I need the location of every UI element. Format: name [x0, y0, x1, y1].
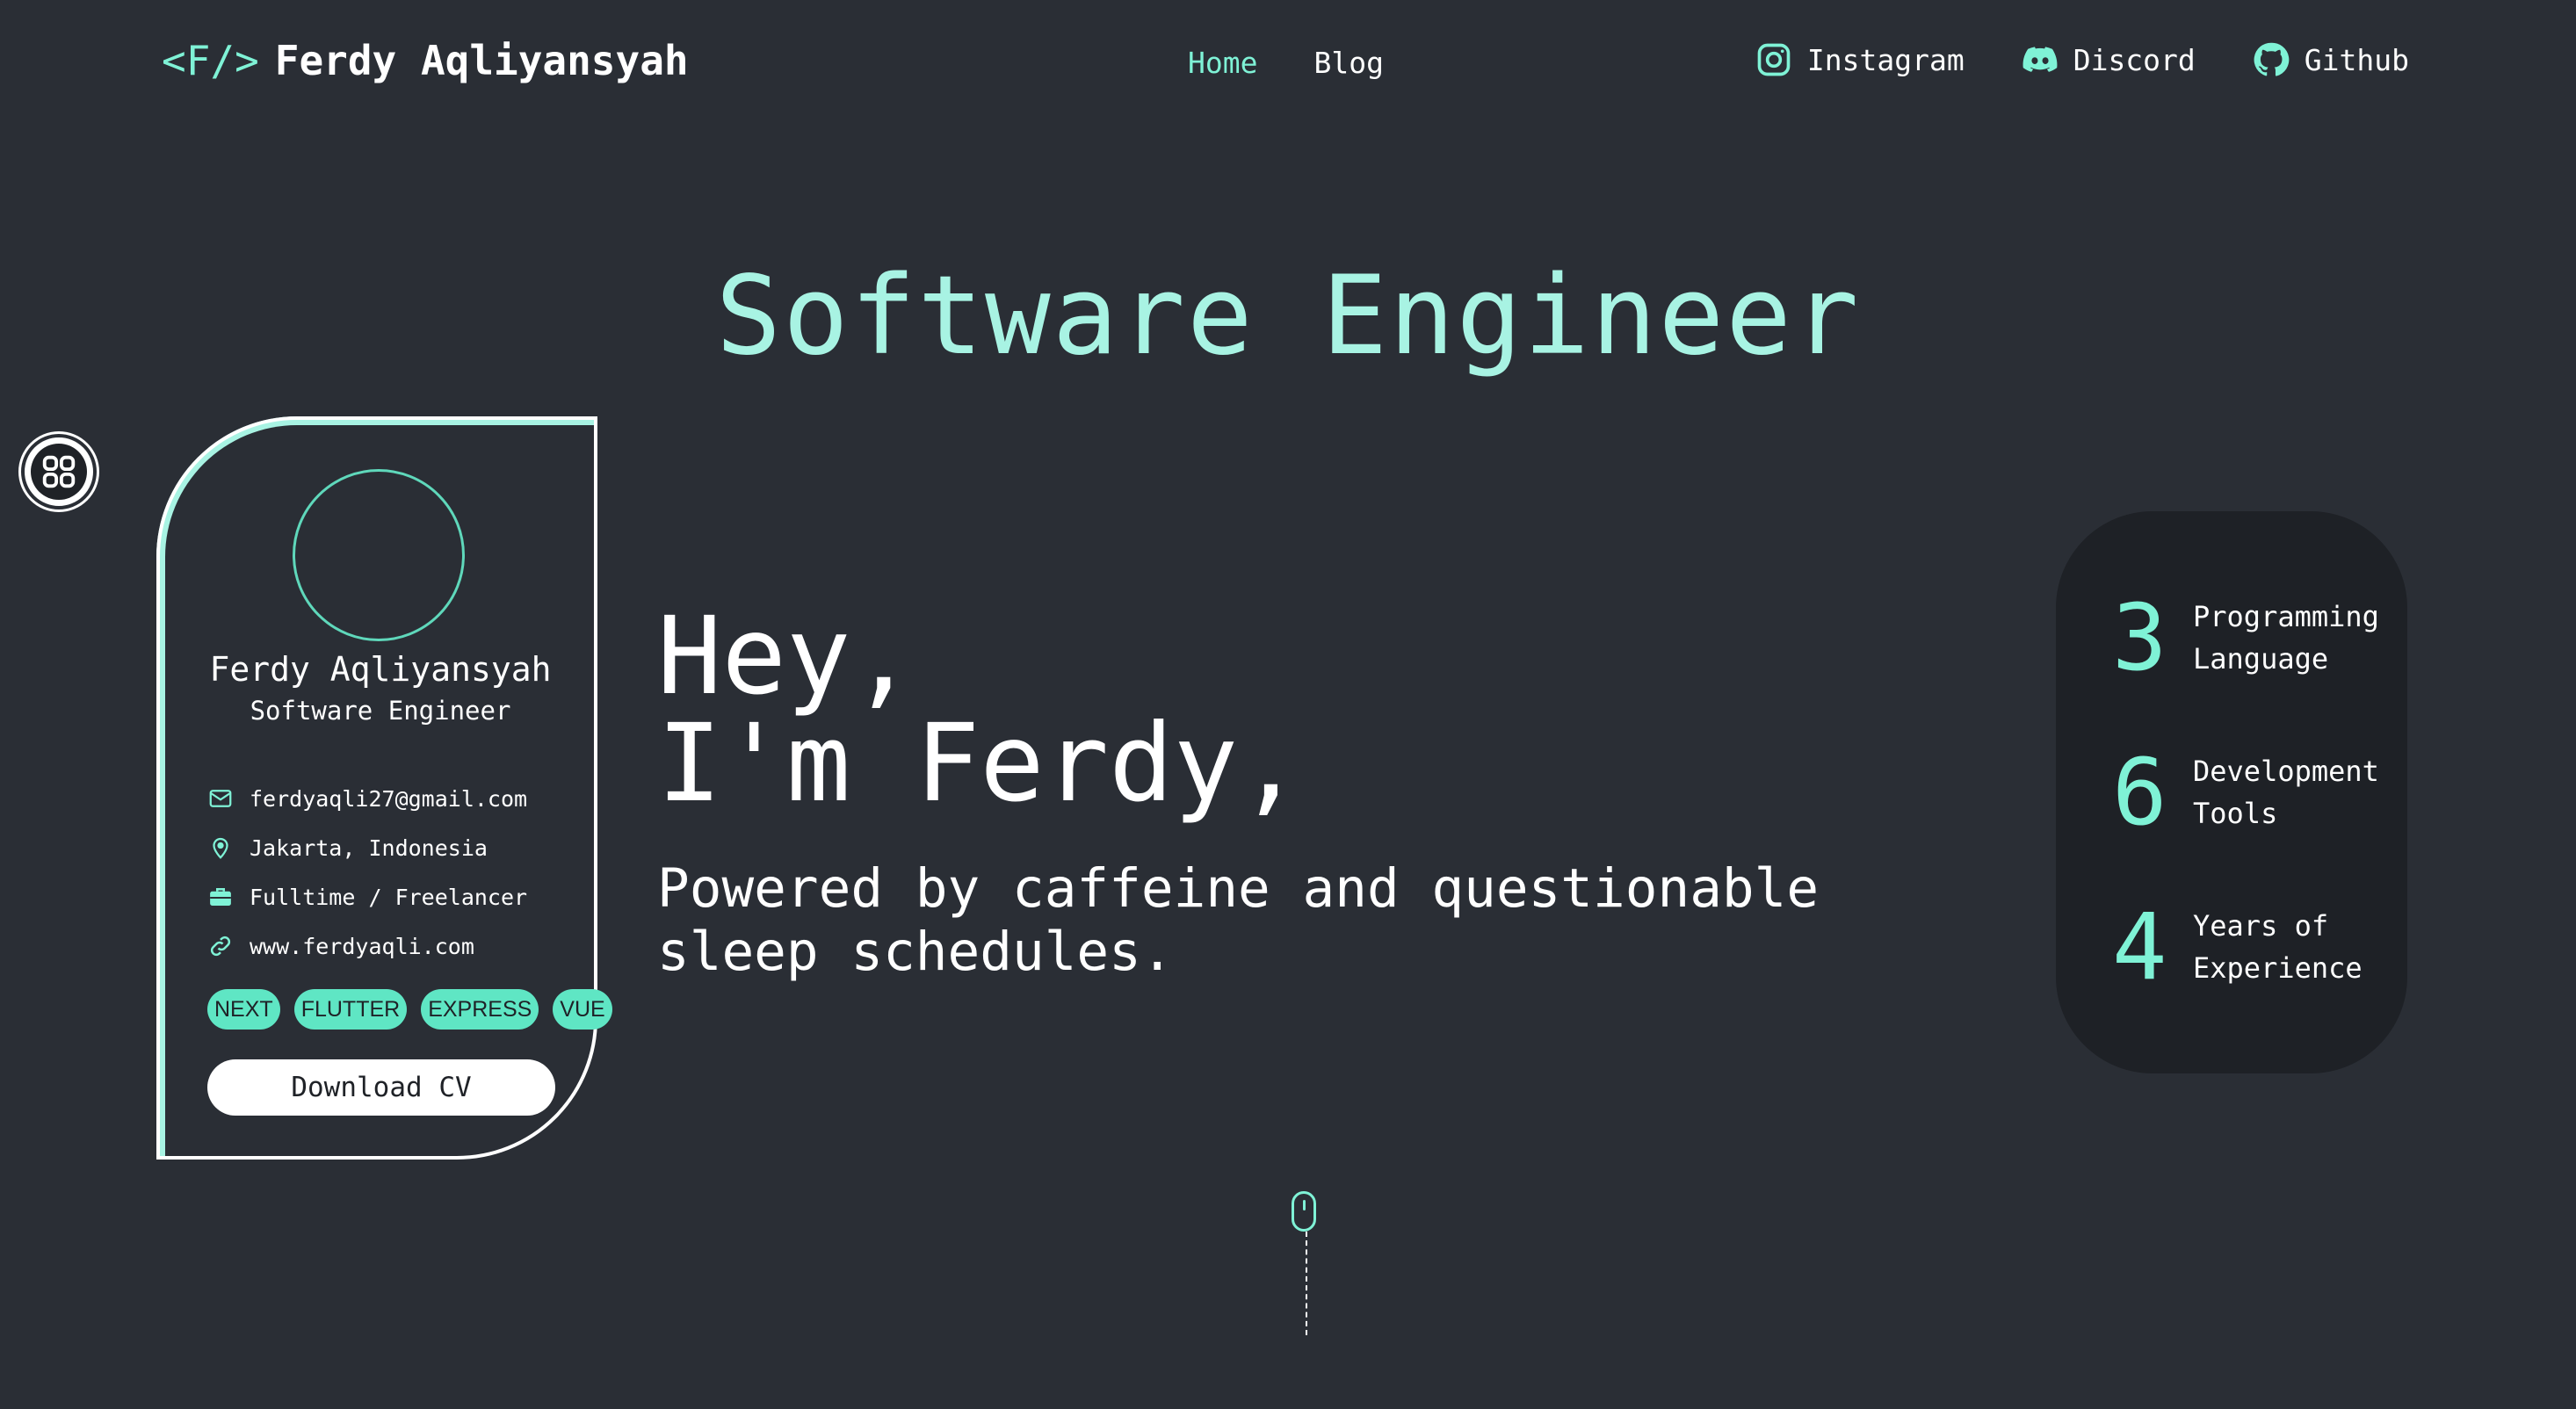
- stat-years-experience: 4 Years of Experience: [2112, 901, 2404, 993]
- stat-programming-language: 3 Programming Language: [2112, 592, 2404, 683]
- download-cv-button[interactable]: Download CV: [207, 1059, 555, 1116]
- profile-email-text: ferdyaqli27@gmail.com: [250, 785, 528, 812]
- social-link-instagram[interactable]: Instagram: [1755, 40, 1965, 79]
- profile-name: Ferdy Aqliyansyah: [209, 650, 552, 689]
- stat-label-line: Years of: [2193, 909, 2329, 943]
- profile-work-type-text: Fulltime / Freelancer: [250, 884, 528, 910]
- briefcase-icon: [210, 888, 231, 906]
- scroll-mouse-icon[interactable]: [1292, 1191, 1316, 1232]
- avatar: [293, 469, 465, 641]
- floating-menu-button[interactable]: [21, 434, 97, 509]
- skill-tag: VUE: [553, 989, 612, 1030]
- greeting-line-2: I'm Ferdy,: [657, 701, 1303, 826]
- scroll-wheel: [1303, 1200, 1306, 1210]
- grid-icon: [31, 444, 87, 500]
- location-pin-icon: [213, 837, 228, 859]
- skill-tags: NEXT FLUTTER EXPRESS VUE: [207, 989, 612, 1030]
- profile-location: Jakarta, Indonesia: [207, 835, 488, 861]
- brand-logo[interactable]: <F/> Ferdy Aqliyansyah: [162, 37, 689, 84]
- skill-tag: EXPRESS: [421, 989, 539, 1030]
- stat-development-tools: 6 Development Tools: [2112, 747, 2404, 838]
- stat-label-line: Experience: [2193, 951, 2363, 985]
- social-link-label: Github: [2304, 42, 2409, 77]
- github-icon: [2254, 42, 2290, 76]
- social-link-label: Instagram: [1806, 42, 1965, 77]
- hero-title: Software Engineer: [715, 253, 1861, 379]
- stat-label: Years of Experience: [2193, 905, 2404, 989]
- menu-item-home[interactable]: Home: [1188, 46, 1257, 80]
- stat-label-line: Language: [2193, 642, 2329, 676]
- link-icon: [210, 936, 231, 957]
- stat-value: 6: [2112, 739, 2167, 846]
- stat-label: Programming Language: [2193, 596, 2404, 680]
- profile-website[interactable]: www.ferdyaqli.com: [207, 933, 474, 959]
- top-navbar: <F/> Ferdy Aqliyansyah Home Blog Instagr…: [0, 0, 2576, 132]
- mail-icon: [209, 790, 232, 807]
- stat-label-line: Development: [2193, 755, 2379, 788]
- brand-mark: <F/>: [162, 37, 259, 84]
- stat-label-line: Tools: [2193, 797, 2278, 830]
- social-link-label: Discord: [2073, 42, 2196, 77]
- stat-label: Development Tools: [2193, 750, 2404, 835]
- profile-role: Software Engineer: [250, 696, 511, 726]
- discord-icon: [2022, 47, 2058, 72]
- stat-label-line: Programming: [2193, 600, 2379, 633]
- brand-name: Ferdy Aqliyansyah: [274, 37, 689, 84]
- stat-value: 3: [2112, 584, 2167, 691]
- menu-item-blog[interactable]: Blog: [1313, 46, 1383, 80]
- profile-website-text: www.ferdyaqli.com: [250, 933, 474, 959]
- profile-work-type: Fulltime / Freelancer: [207, 884, 527, 910]
- stat-value: 4: [2112, 893, 2167, 1001]
- stats-panel: 3 Programming Language 6 Development Too…: [2056, 511, 2407, 1073]
- main-menu: Home Blog: [1188, 46, 1384, 80]
- scroll-line: [1306, 1232, 1307, 1335]
- instagram-icon: [1757, 43, 1791, 76]
- hero-greeting: Hey, I'm Ferdy,: [657, 603, 1303, 817]
- social-link-github[interactable]: Github: [2252, 40, 2409, 79]
- social-links: Instagram Discord Github: [1755, 40, 2409, 79]
- skill-tag: FLUTTER: [293, 989, 408, 1030]
- profile-location-text: Jakarta, Indonesia: [250, 835, 488, 861]
- social-link-discord[interactable]: Discord: [2021, 40, 2196, 79]
- greeting-line-1: Hey,: [657, 594, 915, 719]
- skill-tag: NEXT: [207, 989, 280, 1030]
- profile-email: ferdyaqli27@gmail.com: [207, 785, 527, 812]
- hero-tagline: Powered by caffeine and questionable sle…: [657, 857, 1820, 983]
